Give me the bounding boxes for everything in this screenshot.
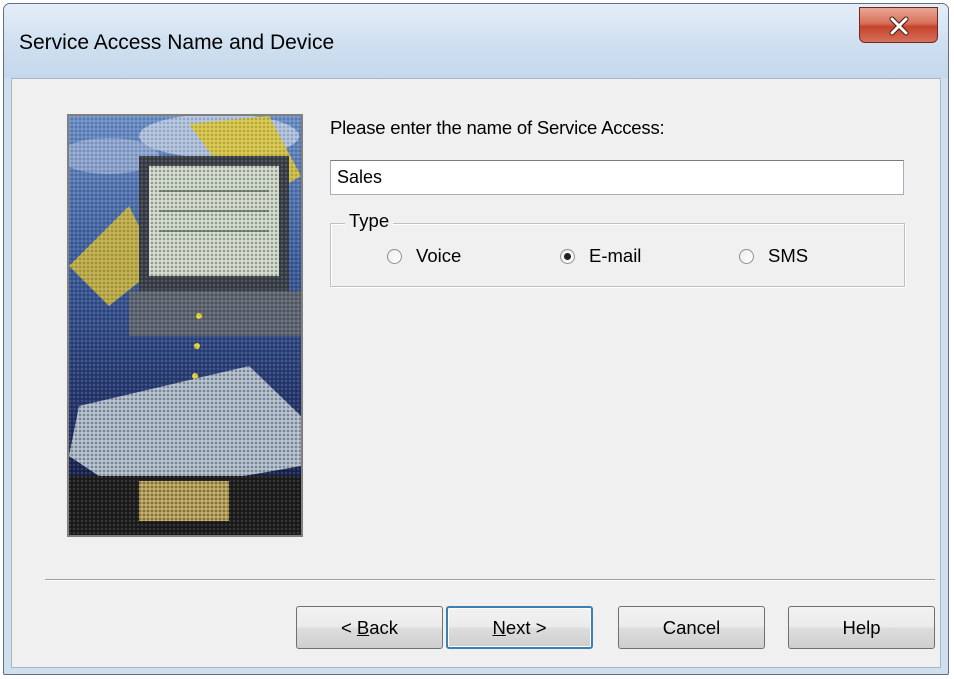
type-radio-voice[interactable]: Voice — [387, 243, 461, 269]
back-button[interactable]: < Back — [296, 606, 443, 649]
type-radio-sms[interactable]: SMS — [739, 243, 808, 269]
cancel-button[interactable]: Cancel — [618, 606, 765, 649]
type-radio-email[interactable]: E-mail — [560, 243, 641, 269]
back-label-rest: ack — [369, 616, 399, 638]
radio-label-voice: Voice — [416, 245, 462, 266]
radio-unchecked-icon — [739, 248, 754, 264]
service-access-prompt: Please enter the name of Service Access: — [330, 117, 665, 138]
dialog-window: Service Access Name and Device Please en… — [3, 3, 949, 675]
service-access-name-input[interactable] — [330, 160, 904, 195]
radio-label-sms: SMS — [768, 245, 809, 266]
computer-illustration-image — [69, 116, 301, 535]
close-icon — [889, 16, 909, 36]
next-label-rest: ext > — [505, 616, 547, 638]
help-button[interactable]: Help — [788, 606, 935, 649]
radio-label-email: E-mail — [589, 245, 642, 266]
next-mnemonic: N — [492, 616, 506, 638]
back-prefix: < — [340, 616, 357, 638]
radio-unchecked-icon — [387, 248, 402, 264]
type-group-label: Type — [345, 210, 394, 232]
wizard-illustration — [67, 114, 303, 537]
dialog-client-area: Please enter the name of Service Access:… — [11, 78, 941, 668]
window-title: Service Access Name and Device — [19, 31, 335, 54]
button-separator — [45, 579, 935, 581]
close-button[interactable] — [859, 7, 938, 43]
radio-checked-icon — [560, 248, 575, 264]
back-mnemonic: B — [356, 616, 370, 638]
next-button[interactable]: Next > — [446, 606, 593, 649]
title-bar[interactable]: Service Access Name and Device — [4, 4, 948, 78]
